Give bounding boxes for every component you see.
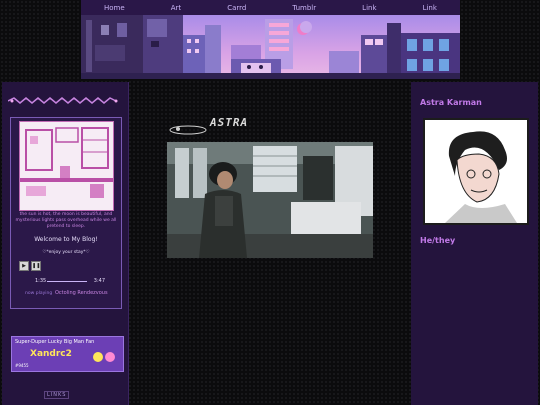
player-description: the sun is hot, the moon is beautiful, a… <box>15 212 117 229</box>
main-content: ASTRA <box>130 82 408 405</box>
now-playing-label: now playing <box>25 291 53 296</box>
player-artwork <box>19 121 114 211</box>
top-nav: Home Art Carrd Tumblr Link Link <box>81 0 460 15</box>
profile-pronouns: He/they <box>420 236 456 245</box>
profile-name: Astra Karman <box>420 98 482 107</box>
decorative-divider-icon <box>8 97 118 104</box>
nav-carrd[interactable]: Carrd <box>227 4 246 12</box>
featured-image <box>167 142 373 258</box>
stars-icon <box>93 352 115 362</box>
pixel-room-image <box>20 122 113 210</box>
fan-badge-number: #9455 <box>15 363 29 368</box>
orbit-logo-icon <box>169 125 207 135</box>
nav-tumblr[interactable]: Tumblr <box>292 4 316 12</box>
pixel-city-banner-image <box>81 15 460 79</box>
nav-home[interactable]: Home <box>104 4 125 12</box>
total-time: 3:47 <box>93 278 105 284</box>
welcome-text: Welcome to My Blog! <box>34 236 98 243</box>
music-player: the sun is hot, the moon is beautiful, a… <box>10 117 122 309</box>
links-label: LINKS <box>44 391 70 399</box>
portrait-sketch-image <box>425 120 527 223</box>
profile-portrait <box>423 118 529 225</box>
fan-badge-title: Super-Duper Lucky Big Man Fan <box>15 339 95 345</box>
character-scene-image <box>167 142 373 258</box>
play-icon[interactable]: ▶ <box>19 261 29 271</box>
header-banner <box>81 15 460 79</box>
enjoy-text: ♡*enjoy your stay*♡ <box>42 250 90 255</box>
right-sidebar: Astra Karman He/they <box>411 82 538 405</box>
song-title: Octoling Rendezvous <box>55 290 108 296</box>
nav-art[interactable]: Art <box>171 4 181 12</box>
site-logo-text: ASTRA <box>210 116 249 129</box>
fan-badge: Super-Duper Lucky Big Man Fan Xandrc2 #9… <box>11 336 124 372</box>
progress-track[interactable] <box>47 281 87 282</box>
player-controls: ▶ ❚❚ <box>19 261 41 271</box>
fan-badge-name: Xandrc2 <box>30 349 72 359</box>
pause-icon[interactable]: ❚❚ <box>31 261 41 271</box>
nav-link-2[interactable]: Link <box>423 4 437 12</box>
current-time: 1:35 <box>35 278 47 284</box>
nav-link-1[interactable]: Link <box>362 4 376 12</box>
